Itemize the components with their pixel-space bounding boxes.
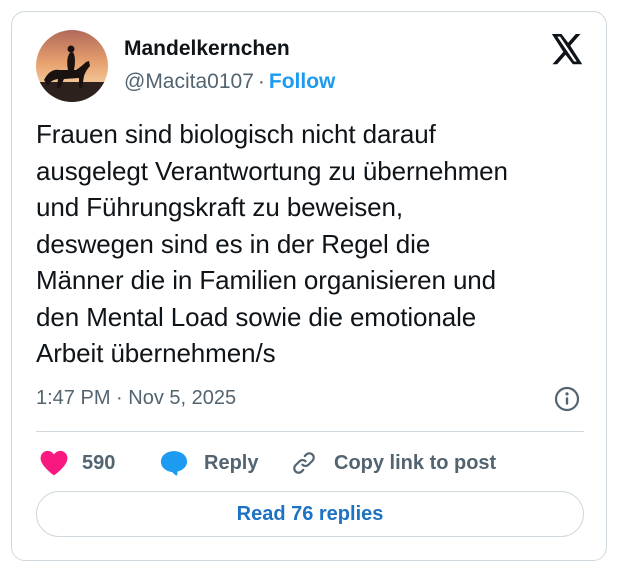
like-count: 590 [82, 451, 116, 474]
tweet-text-line: und Führungskraft zu beweisen, [36, 192, 403, 222]
author-handle-line: @Macita0107 · Follow [124, 70, 335, 94]
tweet-text-line: Arbeit übernehmen/s [36, 338, 276, 368]
copy-link-button[interactable]: Copy link to post [290, 448, 496, 478]
follow-button[interactable]: Follow [269, 70, 336, 93]
tweet-text-line: ausgelegt Verantwortung zu übernehmen [36, 155, 508, 186]
tweet-text-line: den Mental Load sowie die emotionale [36, 301, 477, 332]
author-handle[interactable]: @Macita0107 [124, 70, 254, 93]
tweet-text-line: deswegen sind es in der Regel die [36, 228, 431, 259]
speech-bubble-icon [160, 451, 188, 476]
x-logo-icon[interactable] [550, 34, 584, 65]
tweet-card: Mandelkernchen @Macita0107 · Follow Frauen… [11, 11, 607, 561]
avatar[interactable] [36, 30, 108, 102]
like-button[interactable]: 590 [40, 448, 115, 478]
tweet-text: Frauen sind biologisch nicht darauf ausg… [36, 116, 592, 372]
handle-separator: · [257, 70, 265, 93]
info-icon[interactable] [554, 386, 580, 412]
author-display-name[interactable]: Mandelkernchen [124, 37, 290, 61]
copy-link-label: Copy link to post [334, 451, 497, 474]
tweet-text-line: Männer die in Familien organisieren und [36, 265, 497, 295]
reply-label: Reply [204, 451, 259, 474]
avatar-image [36, 30, 108, 102]
reply-button[interactable]: Reply [160, 448, 258, 478]
link-icon [293, 452, 315, 474]
tweet-timestamp[interactable]: 1:47 PM · Nov 5, 2025 [36, 387, 236, 410]
tweet-text-line: Frauen sind biologisch nicht darauf [36, 119, 436, 149]
heart-icon [40, 450, 68, 476]
divider [36, 431, 584, 432]
read-replies-button[interactable]: Read 76 replies [36, 491, 584, 537]
